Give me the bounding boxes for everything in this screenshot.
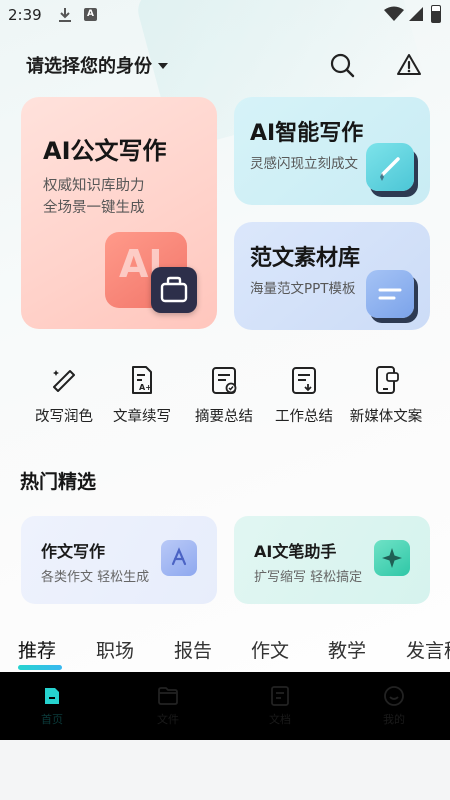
nav-profile-label: 我的 [383,713,405,726]
nav-docs-label: 文档 [269,713,291,726]
smile-icon [384,686,404,706]
doc-continue-icon: A+ [132,366,152,394]
nav-profile[interactable]: 我的 [364,672,424,740]
ai-assistant-title: AI文笔助手 [254,542,337,561]
phone-chat-icon [376,366,399,394]
sparkle-icon [374,540,410,576]
active-tab-indicator [18,665,62,670]
ai-writing-title: AI智能写作 [250,121,364,146]
official-writing-title: AI公文写作 [43,137,167,165]
folder-icon [158,687,178,705]
tab-teaching[interactable]: 教学 [328,636,366,663]
battery-icon [431,5,441,23]
briefcase-icon [151,267,197,313]
nav-files-label: 文件 [157,713,179,726]
tab-report[interactable]: 报告 [174,636,212,663]
document-icon [271,686,289,706]
tool-work-summary-label: 工作总结 [275,409,333,425]
doc-summary-icon [212,367,237,394]
ai-assistant-sub: 扩写缩写 轻松搞定 [254,570,363,585]
tool-summary-label: 摘要总结 [195,409,253,425]
category-tabs: 推荐 职场 报告 作文 教学 发言稿 [0,636,450,672]
tab-essay[interactable]: 作文 [251,636,289,663]
tool-rewrite[interactable]: 改写润色 [24,364,104,426]
search-icon[interactable] [329,52,355,78]
identity-selector[interactable]: 请选择您的身份 [26,52,168,78]
app-badge-icon: A [84,8,97,21]
status-time: 2:39 [8,6,42,24]
document-stack-icon [366,270,414,318]
template-library-card[interactable]: 范文素材库 海量范文PPT模板 [234,222,430,330]
tool-new-media[interactable]: 新媒体文案 [346,364,426,426]
ai-assistant-card[interactable]: AI文笔助手 扩写缩写 轻松搞定 [234,516,430,604]
magic-pen-icon [53,370,75,392]
doc-work-icon [292,367,316,394]
ai-writing-sub: 灵感闪现立刻成文 [250,156,358,172]
bottom-nav: 首页 文件 文档 我的 [0,672,450,740]
app-screen: 2:39 A 请选择您的身份 AI公文写作 权威知识库助力 全场景一键生成 AI [0,0,450,740]
tab-speech[interactable]: 发言稿 [406,636,450,663]
hot-picks-title: 热门精选 [20,471,97,493]
tools-row: 改写润色 A+ 文章续写 摘要总结 工作总结 新媒体文案 [0,364,450,434]
svg-text:A+: A+ [139,383,152,392]
download-icon [59,8,71,22]
tab-workplace[interactable]: 职场 [96,636,134,663]
tool-continue-label: 文章续写 [113,409,171,425]
tab-recommend[interactable]: 推荐 [18,636,56,663]
nav-docs[interactable]: 文档 [250,672,310,740]
nav-home-label: 首页 [41,713,63,726]
essay-writing-title: 作文写作 [41,542,106,561]
caret-down-icon [158,63,168,69]
ai-writing-card[interactable]: AI智能写作 灵感闪现立刻成文 [234,97,430,205]
official-writing-card[interactable]: AI公文写作 权威知识库助力 全场景一键生成 AI [21,97,217,329]
tool-new-media-label: 新媒体文案 [349,409,423,425]
tool-summary[interactable]: 摘要总结 [184,364,264,426]
essay-writing-card[interactable]: 作文写作 各类作文 轻松生成 [21,516,217,604]
essay-writing-sub: 各类作文 轻松生成 [41,570,150,585]
home-doc-icon [45,688,59,704]
official-writing-sub1: 权威知识库助力 [43,178,145,194]
warning-icon[interactable] [396,52,422,78]
template-library-title: 范文素材库 [250,246,361,271]
essay-bubble-icon [161,540,197,576]
official-writing-sub2: 全场景一键生成 [43,200,145,216]
wifi-icon [384,6,404,21]
template-library-sub: 海量范文PPT模板 [250,281,356,297]
tool-work-summary[interactable]: 工作总结 [264,364,344,426]
identity-selector-label: 请选择您的身份 [26,56,152,77]
status-bar: 2:39 A [0,0,450,32]
pen-icon [366,143,414,191]
tool-rewrite-label: 改写润色 [35,409,93,425]
signal-icon [409,7,423,21]
nav-home[interactable]: 首页 [22,672,82,740]
tool-continue[interactable]: A+ 文章续写 [102,364,182,426]
nav-files[interactable]: 文件 [138,672,198,740]
